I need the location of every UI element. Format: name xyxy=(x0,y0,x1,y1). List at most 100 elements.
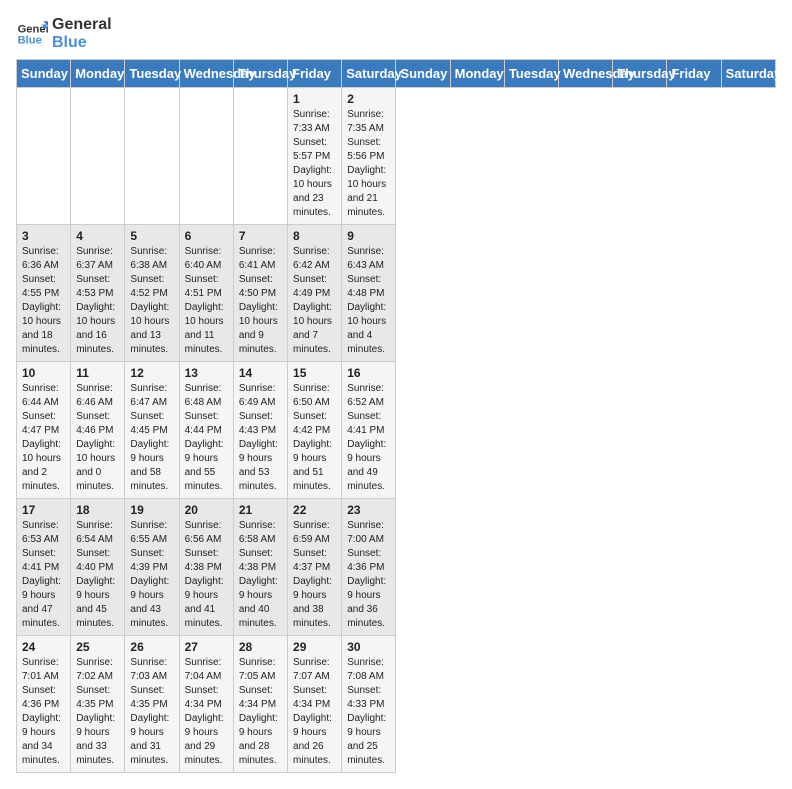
day-number: 29 xyxy=(293,640,336,654)
day-info: Sunrise: 6:36 AM Sunset: 4:55 PM Dayligh… xyxy=(22,245,65,357)
day-info: Sunrise: 6:40 AM Sunset: 4:51 PM Dayligh… xyxy=(185,245,228,357)
calendar-cell: 12Sunrise: 6:47 AM Sunset: 4:45 PM Dayli… xyxy=(125,362,179,499)
day-info: Sunrise: 7:01 AM Sunset: 4:36 PM Dayligh… xyxy=(22,656,65,768)
day-info: Sunrise: 7:07 AM Sunset: 4:34 PM Dayligh… xyxy=(293,656,336,768)
calendar-cell: 17Sunrise: 6:53 AM Sunset: 4:41 PM Dayli… xyxy=(17,499,71,636)
weekday-header-monday: Monday xyxy=(71,60,125,88)
day-info: Sunrise: 6:56 AM Sunset: 4:38 PM Dayligh… xyxy=(185,519,228,631)
day-number: 13 xyxy=(185,366,228,380)
weekday-header-saturday: Saturday xyxy=(721,60,775,88)
day-info: Sunrise: 6:41 AM Sunset: 4:50 PM Dayligh… xyxy=(239,245,282,357)
day-number: 8 xyxy=(293,229,336,243)
day-number: 5 xyxy=(130,229,173,243)
weekday-header-friday: Friday xyxy=(288,60,342,88)
calendar-cell: 9 Sunrise: 6:43 AM Sunset: 4:48 PM Daylig… xyxy=(342,225,396,362)
weekday-header-monday: Monday xyxy=(450,60,504,88)
calendar-cell: 10Sunrise: 6:44 AM Sunset: 4:47 PM Dayli… xyxy=(17,362,71,499)
calendar-week-2: 3 Sunrise: 6:36 AM Sunset: 4:55 PM Daylig… xyxy=(17,225,776,362)
day-number: 21 xyxy=(239,503,282,517)
calendar-cell: 18 Sunrise: 6:54 AM Sunset: 4:40 PM Dayli… xyxy=(71,499,125,636)
calendar-cell: 28 Sunrise: 7:05 AM Sunset: 4:34 PM Dayli… xyxy=(233,636,287,773)
day-info: Sunrise: 7:08 AM Sunset: 4:33 PM Dayligh… xyxy=(347,656,390,768)
day-info: Sunrise: 7:03 AM Sunset: 4:35 PM Dayligh… xyxy=(130,656,173,768)
day-number: 20 xyxy=(185,503,228,517)
weekday-header-saturday: Saturday xyxy=(342,60,396,88)
calendar-cell: 8 Sunrise: 6:42 AM Sunset: 4:49 PM Daylig… xyxy=(288,225,342,362)
calendar-cell xyxy=(179,88,233,225)
calendar-cell: 26Sunrise: 7:03 AM Sunset: 4:35 PM Dayli… xyxy=(125,636,179,773)
day-number: 9 xyxy=(347,229,390,243)
calendar-cell xyxy=(17,88,71,225)
calendar-cell: 30Sunrise: 7:08 AM Sunset: 4:33 PM Dayli… xyxy=(342,636,396,773)
day-info: Sunrise: 7:02 AM Sunset: 4:35 PM Dayligh… xyxy=(76,656,119,768)
day-info: Sunrise: 6:59 AM Sunset: 4:37 PM Dayligh… xyxy=(293,519,336,631)
day-number: 25 xyxy=(76,640,119,654)
weekday-header-thursday: Thursday xyxy=(233,60,287,88)
day-info: Sunrise: 7:00 AM Sunset: 4:36 PM Dayligh… xyxy=(347,519,390,631)
day-info: Sunrise: 6:55 AM Sunset: 4:39 PM Dayligh… xyxy=(130,519,173,631)
calendar-cell xyxy=(71,88,125,225)
calendar-cell: 7 Sunrise: 6:41 AM Sunset: 4:50 PM Daylig… xyxy=(233,225,287,362)
day-info: Sunrise: 7:05 AM Sunset: 4:34 PM Dayligh… xyxy=(239,656,282,768)
day-info: Sunrise: 6:50 AM Sunset: 4:42 PM Dayligh… xyxy=(293,382,336,494)
calendar-cell: 29 Sunrise: 7:07 AM Sunset: 4:34 PM Dayli… xyxy=(288,636,342,773)
calendar-week-1: 1 Sunrise: 7:33 AM Sunset: 5:57 PM Daylig… xyxy=(17,88,776,225)
day-info: Sunrise: 6:38 AM Sunset: 4:52 PM Dayligh… xyxy=(130,245,173,357)
day-number: 4 xyxy=(76,229,119,243)
calendar-week-5: 24 Sunrise: 7:01 AM Sunset: 4:36 PM Dayli… xyxy=(17,636,776,773)
calendar-cell: 2Sunrise: 7:35 AM Sunset: 5:56 PM Daylig… xyxy=(342,88,396,225)
day-info: Sunrise: 6:42 AM Sunset: 4:49 PM Dayligh… xyxy=(293,245,336,357)
calendar-cell: 5 Sunrise: 6:38 AM Sunset: 4:52 PM Daylig… xyxy=(125,225,179,362)
calendar-week-4: 17Sunrise: 6:53 AM Sunset: 4:41 PM Dayli… xyxy=(17,499,776,636)
calendar-cell: 6Sunrise: 6:40 AM Sunset: 4:51 PM Daylig… xyxy=(179,225,233,362)
day-info: Sunrise: 6:54 AM Sunset: 4:40 PM Dayligh… xyxy=(76,519,119,631)
weekday-header-sunday: Sunday xyxy=(17,60,71,88)
calendar-cell: 13 Sunrise: 6:48 AM Sunset: 4:44 PM Dayli… xyxy=(179,362,233,499)
weekday-header-tuesday: Tuesday xyxy=(125,60,179,88)
day-info: Sunrise: 6:58 AM Sunset: 4:38 PM Dayligh… xyxy=(239,519,282,631)
day-number: 7 xyxy=(239,229,282,243)
weekday-header-friday: Friday xyxy=(667,60,721,88)
day-number: 27 xyxy=(185,640,228,654)
day-number: 18 xyxy=(76,503,119,517)
day-number: 16 xyxy=(347,366,390,380)
calendar-table: SundayMondayTuesdayWednesdayThursdayFrid… xyxy=(16,59,776,773)
calendar-cell: 3 Sunrise: 6:36 AM Sunset: 4:55 PM Daylig… xyxy=(17,225,71,362)
calendar-cell: 19Sunrise: 6:55 AM Sunset: 4:39 PM Dayli… xyxy=(125,499,179,636)
day-info: Sunrise: 7:04 AM Sunset: 4:34 PM Dayligh… xyxy=(185,656,228,768)
calendar-cell: 14Sunrise: 6:49 AM Sunset: 4:43 PM Dayli… xyxy=(233,362,287,499)
day-number: 1 xyxy=(293,92,336,106)
logo: General Blue General Blue xyxy=(16,16,112,51)
calendar-cell: 11Sunrise: 6:46 AM Sunset: 4:46 PM Dayli… xyxy=(71,362,125,499)
day-number: 3 xyxy=(22,229,65,243)
calendar-cell: 23 Sunrise: 7:00 AM Sunset: 4:36 PM Dayli… xyxy=(342,499,396,636)
calendar-cell: 1 Sunrise: 7:33 AM Sunset: 5:57 PM Daylig… xyxy=(288,88,342,225)
day-info: Sunrise: 6:47 AM Sunset: 4:45 PM Dayligh… xyxy=(130,382,173,494)
weekday-header-sunday: Sunday xyxy=(396,60,450,88)
calendar-cell: 22Sunrise: 6:59 AM Sunset: 4:37 PM Dayli… xyxy=(288,499,342,636)
day-number: 23 xyxy=(347,503,390,517)
day-info: Sunrise: 6:52 AM Sunset: 4:41 PM Dayligh… xyxy=(347,382,390,494)
calendar-cell: 16 Sunrise: 6:52 AM Sunset: 4:41 PM Dayli… xyxy=(342,362,396,499)
calendar-cell: 25 Sunrise: 7:02 AM Sunset: 4:35 PM Dayli… xyxy=(71,636,125,773)
calendar-cell: 24 Sunrise: 7:01 AM Sunset: 4:36 PM Dayli… xyxy=(17,636,71,773)
calendar-cell: 21 Sunrise: 6:58 AM Sunset: 4:38 PM Dayli… xyxy=(233,499,287,636)
day-number: 28 xyxy=(239,640,282,654)
calendar-cell xyxy=(125,88,179,225)
logo-icon: General Blue xyxy=(16,18,48,50)
day-number: 14 xyxy=(239,366,282,380)
calendar-cell: 15Sunrise: 6:50 AM Sunset: 4:42 PM Dayli… xyxy=(288,362,342,499)
calendar-cell: 27 Sunrise: 7:04 AM Sunset: 4:34 PM Dayli… xyxy=(179,636,233,773)
weekday-header-wednesday: Wednesday xyxy=(559,60,613,88)
day-info: Sunrise: 6:48 AM Sunset: 4:44 PM Dayligh… xyxy=(185,382,228,494)
day-info: Sunrise: 7:33 AM Sunset: 5:57 PM Dayligh… xyxy=(293,108,336,220)
day-number: 2 xyxy=(347,92,390,106)
weekday-header-wednesday: Wednesday xyxy=(179,60,233,88)
weekday-header-thursday: Thursday xyxy=(613,60,667,88)
day-number: 24 xyxy=(22,640,65,654)
weekday-header-tuesday: Tuesday xyxy=(504,60,558,88)
svg-text:Blue: Blue xyxy=(18,34,42,46)
day-info: Sunrise: 6:43 AM Sunset: 4:48 PM Dayligh… xyxy=(347,245,390,357)
day-number: 10 xyxy=(22,366,65,380)
day-info: Sunrise: 6:37 AM Sunset: 4:53 PM Dayligh… xyxy=(76,245,119,357)
